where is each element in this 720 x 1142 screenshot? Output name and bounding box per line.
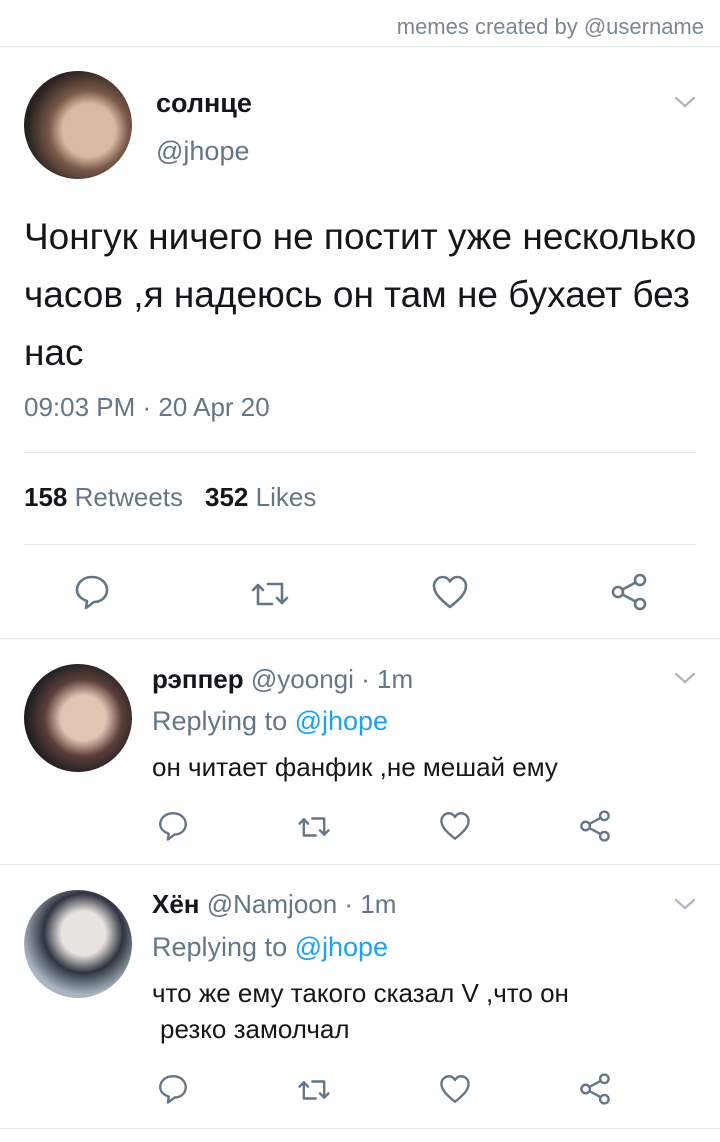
tweet-timestamp[interactable]: 09:03 PM · 20 Apr 20 xyxy=(24,392,270,423)
reply-icon[interactable] xyxy=(72,572,112,612)
retweet-icon[interactable] xyxy=(297,1073,331,1107)
likes-stat[interactable]: 352 Likes xyxy=(205,482,316,512)
share-icon[interactable] xyxy=(609,572,649,612)
divider xyxy=(0,638,720,639)
retweet-icon[interactable] xyxy=(297,810,331,844)
reply-icon[interactable] xyxy=(156,809,190,843)
divider xyxy=(24,544,696,545)
replying-prefix: Replying to xyxy=(152,932,295,962)
divider xyxy=(0,46,720,47)
like-icon[interactable] xyxy=(438,1072,472,1106)
reply-author[interactable]: рэппер @yoongi · 1m xyxy=(152,664,413,695)
reply-text: что же ему такого сказал V ,что он резко… xyxy=(152,975,692,1047)
avatar[interactable] xyxy=(24,71,132,179)
engagement-stats: 158 Retweets 352 Likes xyxy=(24,482,316,513)
watermark: memes created by @username xyxy=(396,14,704,39)
replying-prefix: Replying to xyxy=(152,706,295,736)
chevron-down-icon[interactable] xyxy=(673,666,697,690)
like-icon[interactable] xyxy=(430,572,470,612)
avatar[interactable] xyxy=(24,664,132,772)
chevron-down-icon[interactable] xyxy=(673,90,697,114)
share-icon[interactable] xyxy=(578,809,612,843)
retweet-icon[interactable] xyxy=(250,574,290,614)
retweets-stat[interactable]: 158 Retweets xyxy=(24,482,183,512)
reply-icon[interactable] xyxy=(156,1072,190,1106)
avatar[interactable] xyxy=(24,890,132,998)
display-name: рэппер xyxy=(152,664,244,694)
reply-meta: @yoongi · 1m xyxy=(250,664,414,694)
reply-author[interactable]: Хён @Namjoon · 1m xyxy=(152,889,396,920)
tweet-text: Чонгук ничего не постит уже несколько ча… xyxy=(24,216,697,373)
chevron-down-icon[interactable] xyxy=(673,892,697,916)
likes-count: 352 xyxy=(205,482,249,512)
reply-text-line: резко замолчал xyxy=(160,1014,350,1044)
share-icon[interactable] xyxy=(578,1072,612,1106)
divider xyxy=(0,864,720,865)
reply-text: он читает фанфик ,не мешай ему xyxy=(152,752,558,782)
divider xyxy=(24,452,696,453)
like-icon[interactable] xyxy=(438,809,472,843)
reply-text-line: что же ему такого сказал V ,что он xyxy=(152,978,569,1008)
replying-to: Replying to @jhope xyxy=(152,932,388,963)
mention-link[interactable]: @jhope xyxy=(295,706,388,736)
mention-link[interactable]: @jhope xyxy=(295,932,388,962)
retweets-label: Retweets xyxy=(74,482,184,512)
likes-label: Likes xyxy=(255,482,317,512)
reply-meta: @Namjoon · 1m xyxy=(206,889,397,919)
retweets-count: 158 xyxy=(24,482,68,512)
display-name[interactable]: солнце xyxy=(156,88,252,119)
user-handle[interactable]: @jhope xyxy=(156,136,249,167)
replying-to: Replying to @jhope xyxy=(152,706,388,737)
divider xyxy=(0,1128,720,1129)
display-name: Хён xyxy=(152,889,200,919)
